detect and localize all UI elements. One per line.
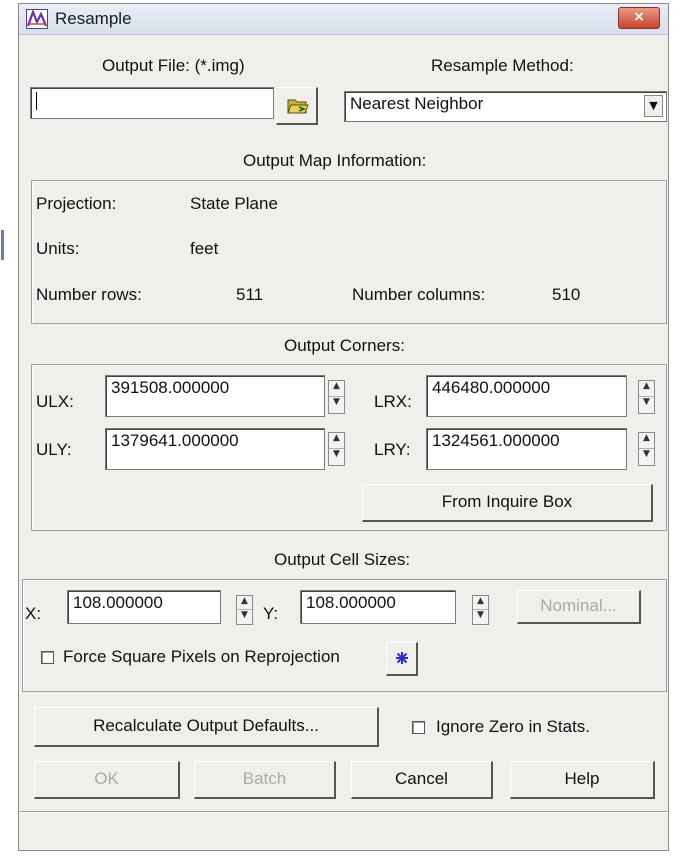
output-map-info-group: Projection: State Plane Units: feet Numb… <box>31 180 667 324</box>
cell-x-value: 108.000000 <box>73 593 163 612</box>
lry-spinner[interactable]: ▲ ▼ <box>638 432 655 466</box>
ulx-spinner[interactable]: ▲ ▼ <box>328 380 345 414</box>
from-inquire-box-button[interactable]: From Inquire Box <box>362 484 653 522</box>
output-corners-group: ULX: 391508.000000 ▲ ▼ ULY: 1379641.0000… <box>31 364 667 531</box>
number-rows-value: 511 <box>236 285 264 304</box>
lry-input[interactable]: 1324561.000000 <box>426 428 627 470</box>
folder-open-icon <box>287 97 309 120</box>
units-value: feet <box>190 239 219 258</box>
cell-y-spinner[interactable]: ▲ ▼ <box>472 595 489 625</box>
batch-button[interactable]: Batch <box>194 761 336 799</box>
spin-up-icon[interactable]: ▲ <box>329 433 344 449</box>
number-columns-label: Number columns: <box>352 285 486 304</box>
cell-x-spinner[interactable]: ▲ ▼ <box>236 595 253 625</box>
projection-label: Projection: <box>36 194 117 213</box>
lrx-value: 446480.000000 <box>432 378 551 397</box>
units-label: Units: <box>36 239 80 258</box>
title-bar[interactable]: Resample × <box>19 4 668 35</box>
resample-method-value: Nearest Neighbor <box>350 94 484 113</box>
lrx-input[interactable]: 446480.000000 <box>426 375 627 417</box>
uly-value: 1379641.000000 <box>111 431 239 450</box>
cell-x-input[interactable]: 108.000000 <box>67 590 221 624</box>
force-square-pixels-checkbox[interactable] <box>41 651 54 664</box>
ignore-zero-checkbox[interactable] <box>412 721 425 734</box>
resample-method-label: Resample Method: <box>431 56 574 75</box>
projection-value: State Plane <box>190 194 278 213</box>
spin-down-icon[interactable]: ▼ <box>473 610 488 624</box>
cell-y-label: Y: <box>263 604 279 623</box>
output-map-info-title: Output Map Information: <box>243 151 427 170</box>
output-corners-title: Output Corners: <box>284 336 405 355</box>
ignore-zero-label: Ignore Zero in Stats. <box>436 717 591 736</box>
output-file-input[interactable] <box>30 87 274 119</box>
close-icon: × <box>633 9 645 25</box>
window-title: Resample <box>55 9 132 28</box>
cell-x-label: X: <box>25 604 42 623</box>
uly-spinner[interactable]: ▲ ▼ <box>328 432 345 466</box>
browse-folder-button[interactable] <box>276 87 318 125</box>
lry-value: 1324561.000000 <box>432 431 560 450</box>
output-file-label: Output File: (*.img) <box>102 56 245 75</box>
force-square-pixels-label: Force Square Pixels on Reprojection <box>63 647 340 666</box>
ulx-input[interactable]: 391508.000000 <box>105 375 325 417</box>
chevron-down-icon[interactable]: ▼ <box>644 95 663 117</box>
help-button[interactable]: Help <box>510 761 655 799</box>
spin-down-icon[interactable]: ▼ <box>639 449 654 465</box>
cell-y-value: 108.000000 <box>306 593 396 612</box>
number-columns-value: 510 <box>552 285 581 304</box>
lrx-spinner[interactable]: ▲ ▼ <box>638 380 655 414</box>
spin-down-icon[interactable]: ▼ <box>329 397 344 413</box>
number-rows-label: Number rows: <box>36 285 142 304</box>
window-edge-accent <box>1 230 4 260</box>
uly-label: ULY: <box>36 440 72 459</box>
resample-dialog: Resample × Output File: (*.img) Resample… <box>18 3 669 851</box>
text-cursor <box>36 91 37 110</box>
spin-up-icon[interactable]: ▲ <box>329 381 344 397</box>
cell-y-input[interactable]: 108.000000 <box>300 590 456 624</box>
output-cell-sizes-title: Output Cell Sizes: <box>274 550 411 569</box>
spin-up-icon[interactable]: ▲ <box>639 433 654 449</box>
close-button[interactable]: × <box>618 7 660 29</box>
asterisk-icon <box>395 650 409 670</box>
cancel-button[interactable]: Cancel <box>351 761 493 799</box>
spin-up-icon[interactable]: ▲ <box>237 596 252 610</box>
spin-up-icon[interactable]: ▲ <box>473 596 488 610</box>
lry-label: LRY: <box>374 440 411 459</box>
spin-down-icon[interactable]: ▼ <box>329 449 344 465</box>
uly-input[interactable]: 1379641.000000 <box>105 428 325 470</box>
ok-button[interactable]: OK <box>34 761 180 799</box>
app-icon <box>26 8 48 29</box>
output-cell-sizes-group: X: 108.000000 ▲ ▼ Y: 108.000000 ▲ ▼ Nomi… <box>22 579 667 692</box>
reprojection-options-button[interactable] <box>386 642 418 676</box>
nominal-button[interactable]: Nominal... <box>517 590 641 624</box>
resample-method-select[interactable]: Nearest Neighbor ▼ <box>344 91 667 122</box>
status-bar <box>20 811 667 836</box>
ulx-value: 391508.000000 <box>111 378 230 397</box>
spin-up-icon[interactable]: ▲ <box>639 381 654 397</box>
recalculate-output-defaults-button[interactable]: Recalculate Output Defaults... <box>34 707 379 747</box>
spin-down-icon[interactable]: ▼ <box>639 397 654 413</box>
lrx-label: LRX: <box>374 392 412 411</box>
spin-down-icon[interactable]: ▼ <box>237 610 252 624</box>
ulx-label: ULX: <box>36 392 74 411</box>
